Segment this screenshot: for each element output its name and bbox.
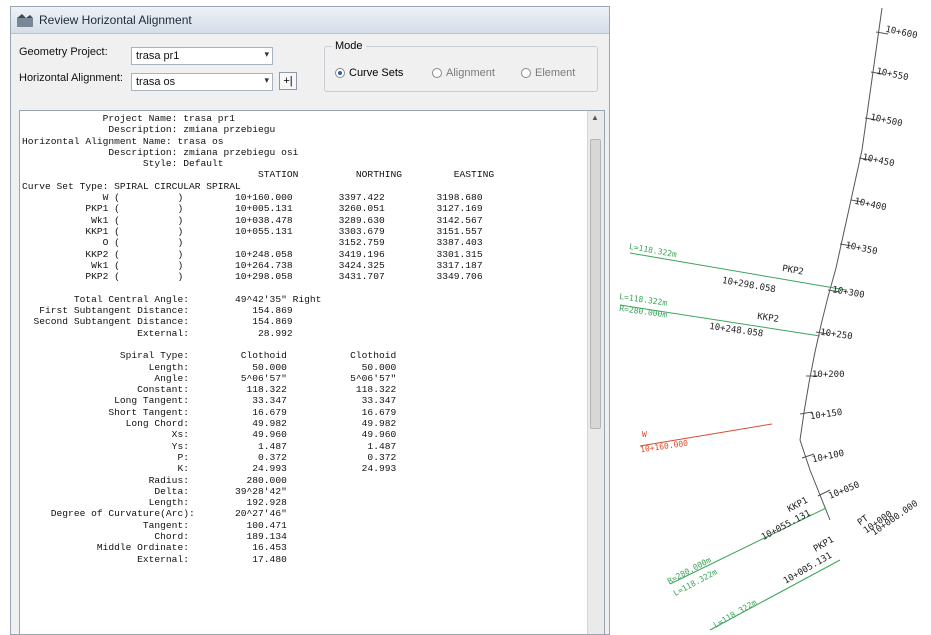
pick-alignment-icon: +| [283,75,293,87]
mode-option-label: Curve Sets [349,67,404,79]
geometry-project-dropdown[interactable]: trasa pr1 ▾ [131,47,273,65]
pick-alignment-button[interactable]: +| [279,72,297,90]
radio-selected-icon [335,68,345,78]
mode-radio-alignment[interactable]: Alignment [432,67,495,79]
station-ticks [799,31,889,497]
w-label: W [642,430,647,439]
mode-option-label: Alignment [446,67,495,79]
title-bar: Review Horizontal Alignment [11,7,609,34]
station-label: 10+200 [812,370,845,380]
horizontal-alignment-dropdown[interactable]: trasa os ▾ [131,73,273,91]
alignment-plan-view: 10+600 10+550 10+500 10+450 10+400 10+35… [600,0,931,635]
alignment-line [799,7,883,521]
dropdown-arrow-icon: ▾ [264,75,269,85]
radio-unselected-icon [432,68,442,78]
horizontal-alignment-value: trasa os [136,76,176,88]
geometry-project-value: trasa pr1 [136,50,180,62]
report-content: Project Name: trasa pr1 Description: zmi… [22,113,495,565]
report-text-area[interactable]: Project Name: trasa pr1 Description: zmi… [19,110,605,634]
geometry-project-label: Geometry Project: [19,46,108,58]
scroll-up-arrow-icon[interactable]: ▲ [591,113,599,122]
mode-radio-curve-sets[interactable]: Curve Sets [335,67,403,79]
mode-radio-element[interactable]: Element [521,67,575,79]
mode-label: Mode [332,40,366,52]
radio-unselected-icon [521,68,531,78]
window-title: Review Horizontal Alignment [39,13,192,27]
mode-option-label: Element [535,67,576,79]
horizontal-alignment-label: Horizontal Alignment: [19,72,123,84]
dropdown-arrow-icon: ▾ [264,49,269,59]
app-icon [17,13,33,27]
review-horizontal-alignment-dialog: Review Horizontal Alignment Geometry Pro… [10,6,610,635]
